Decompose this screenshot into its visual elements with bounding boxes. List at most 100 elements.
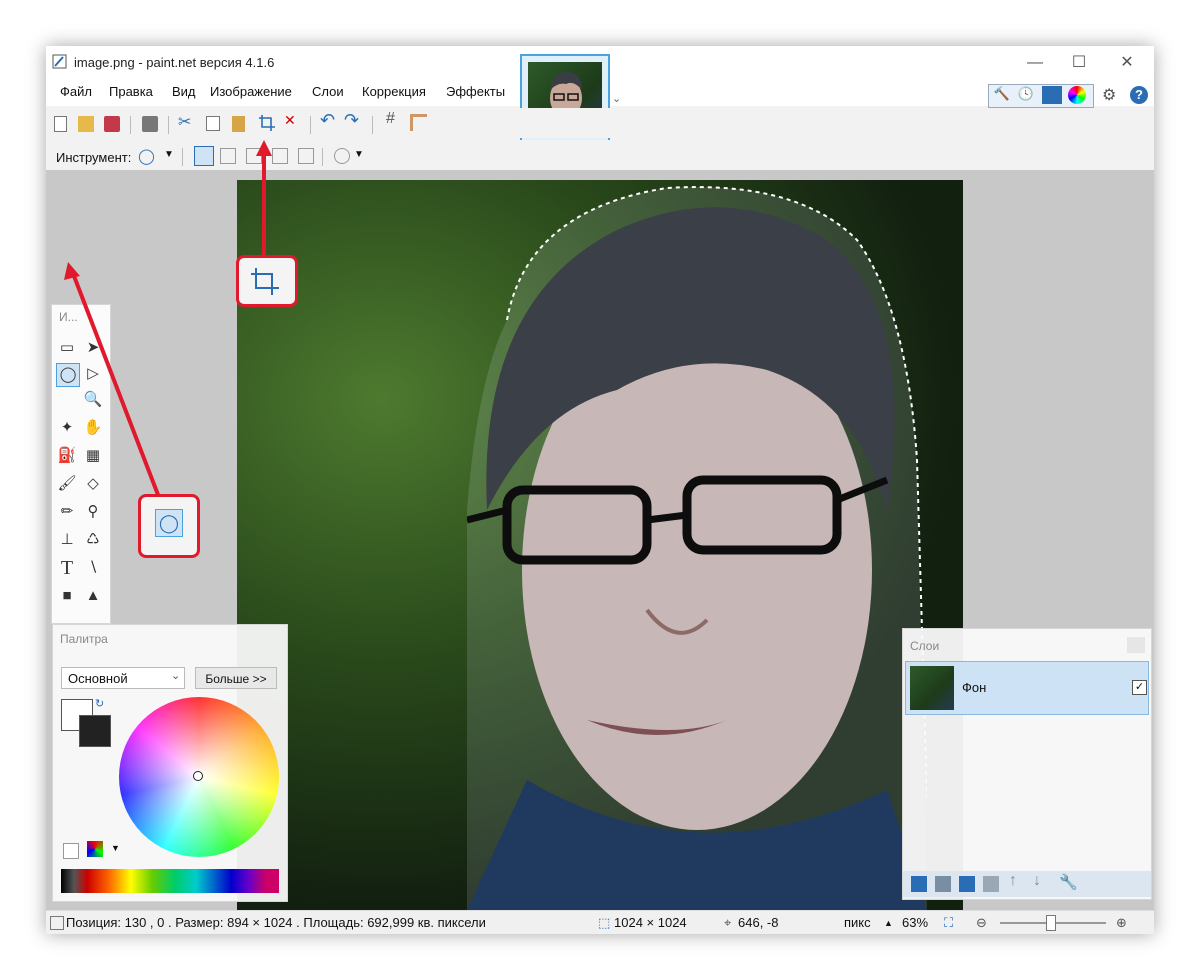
merge-layer-icon[interactable] [983,876,999,892]
close-button[interactable]: ✕ [1104,46,1150,80]
layer-row[interactable]: Фон ✓ [905,661,1149,715]
zoom-to-window-icon[interactable]: ⛶ [944,915,953,931]
maximize-button[interactable]: ☐ [1056,46,1102,80]
units-select[interactable]: пикс [844,915,871,930]
palette-panel: Палитра Основной ⌄ Больше >> ↻ ▼ [52,624,288,902]
move-layer-up-icon[interactable]: ↑ [1009,872,1017,890]
menu-file[interactable]: Файл [60,84,92,99]
layer-name: Фон [962,680,987,695]
color-picker-tool-icon[interactable]: ⚲ [82,501,104,523]
cursor-position-icon: ⌖ [724,915,732,930]
tools-panel: И... ▭ ➤ ◯ ▷ 🔍 ✦ ✋ ⛽ ▦ 🖌 ◇ ✏ ⚲ ⊥ ♺ T ∖ ■… [51,304,111,624]
paste-icon[interactable] [232,116,245,132]
crop-to-selection-icon[interactable] [258,114,276,132]
status-bar: Позиция: 130 , 0 . Размер: 894 × 1024 . … [46,910,1154,934]
deselect-icon[interactable]: ✕ [284,112,296,129]
paint-bucket-tool-icon[interactable]: ⛽ [56,445,78,467]
menu-edit[interactable]: Правка [109,84,153,99]
paintbrush-tool-icon[interactable]: 🖌 [56,473,78,495]
selection-info: Позиция: 130 , 0 . Размер: 894 × 1024 . … [66,915,486,930]
selection-status-icon [50,916,64,930]
delete-layer-icon[interactable] [935,876,951,892]
lasso-select-tool-icon[interactable]: ◯ [56,363,80,387]
layers-window-icon[interactable] [1042,86,1062,104]
thumbnail-dropdown-icon[interactable]: ⌄ [612,92,621,105]
canvas-area[interactable]: И... ▭ ➤ ◯ ▷ 🔍 ✦ ✋ ⛽ ▦ 🖌 ◇ ✏ ⚲ ⊥ ♺ T ∖ ■… [46,170,1154,910]
palette-mode-select[interactable]: Основной [61,667,185,689]
palette-dropdown-icon[interactable]: ▼ [111,843,120,853]
cut-icon[interactable]: ✂ [178,112,191,132]
zoom-level[interactable]: 63% [902,915,928,930]
new-file-icon[interactable] [54,116,67,132]
history-window-icon[interactable]: 🕓 [1016,86,1036,104]
colors-window-icon[interactable] [1068,86,1086,104]
separator [322,148,323,166]
palette-more-button[interactable]: Больше >> [195,667,277,689]
recolor-tool-icon[interactable]: ♺ [82,529,104,551]
undo-icon[interactable]: ↶ [320,110,335,131]
move-layer-down-icon[interactable]: ↓ [1033,872,1041,890]
gradient-tool-icon[interactable]: ▦ [82,445,104,467]
swap-colors-icon[interactable]: ↻ [95,697,104,710]
layer-properties-wrench-icon[interactable]: 🔧 [1059,873,1078,891]
selection-mode-intersect[interactable] [272,148,288,164]
eraser-tool-icon[interactable]: ◇ [82,473,104,495]
print-icon[interactable] [142,116,158,132]
selection-mode-invert[interactable] [298,148,314,164]
shapes-tool-icon[interactable]: ■ [56,585,78,607]
menu-layers[interactable]: Слои [312,84,344,99]
help-icon[interactable]: ? [1130,86,1148,104]
move-selection-tool-icon[interactable]: ▷ [82,363,104,385]
units-dropdown-icon[interactable]: ▲ [884,918,893,928]
select-chevron-down-icon: ⌄ [171,670,181,682]
selection-mode-union[interactable] [220,148,236,164]
move-selected-pixels-tool-icon[interactable]: ➤ [82,337,104,359]
layer-visibility-checkbox[interactable]: ✓ [1132,680,1147,695]
antialiasing-dropdown-icon[interactable]: ▼ [354,149,364,160]
selection-mode-exclude[interactable] [246,148,262,164]
layers-panel-title: Слои [910,639,940,653]
settings-gear-icon[interactable]: ⚙ [1102,85,1116,105]
color-picker-palette-icon[interactable] [87,841,103,857]
copy-icon[interactable] [206,116,220,131]
text-tool-icon[interactable]: T [56,557,78,579]
zoom-tool-icon[interactable]: 🔍 [82,389,104,411]
grid-icon[interactable]: # [386,110,395,128]
menu-image[interactable]: Изображение [210,84,292,99]
duplicate-layer-icon[interactable] [959,876,975,892]
minimize-button[interactable]: — [1012,46,1058,80]
image-size-icon: ⬚ [598,915,611,930]
menu-adjustments[interactable]: Коррекция [362,84,426,99]
menu-view[interactable]: Вид [172,84,196,99]
save-file-icon[interactable] [104,116,120,132]
redo-icon[interactable]: ↷ [344,110,359,131]
add-layer-icon[interactable] [911,876,927,892]
menu-effects[interactable]: Эффекты [446,84,505,99]
zoom-in-icon[interactable]: ⊕ [1116,915,1127,931]
tool-dropdown-icon[interactable]: ▼ [164,149,174,160]
magic-wand-tool-icon[interactable]: ✦ [56,417,78,439]
color-wheel-cursor[interactable] [193,771,203,781]
zoom-out-icon[interactable]: ⊖ [976,915,987,931]
shapes-alt-icon[interactable]: ▲ [82,585,104,607]
tools-window-icon[interactable]: 🔨 [992,86,1012,104]
lasso-callout-icon: ◯ [155,509,183,537]
separator [130,116,131,134]
clone-stamp-tool-icon[interactable]: ⊥ [56,529,78,551]
portrait-photo [467,186,927,910]
antialiasing-icon[interactable] [334,148,350,164]
zoom-slider-thumb[interactable] [1046,915,1056,931]
secondary-color-swatch[interactable] [79,715,111,747]
selection-mode-replace[interactable] [194,146,214,166]
pencil-tool-icon[interactable]: ✏ [56,501,78,523]
pan-tool-icon[interactable]: ✋ [82,417,104,439]
palette-swatches[interactable] [61,869,279,893]
open-file-icon[interactable] [78,116,94,132]
canvas-image[interactable] [237,180,963,910]
add-color-icon[interactable] [63,843,79,859]
rectangle-select-tool-icon[interactable]: ▭ [56,337,78,359]
line-curve-tool-icon[interactable]: ∖ [82,557,104,579]
rulers-icon[interactable] [410,114,427,131]
layers-panel-close-button[interactable] [1127,637,1145,653]
current-tool-lasso-icon[interactable]: ◯ [138,147,155,165]
